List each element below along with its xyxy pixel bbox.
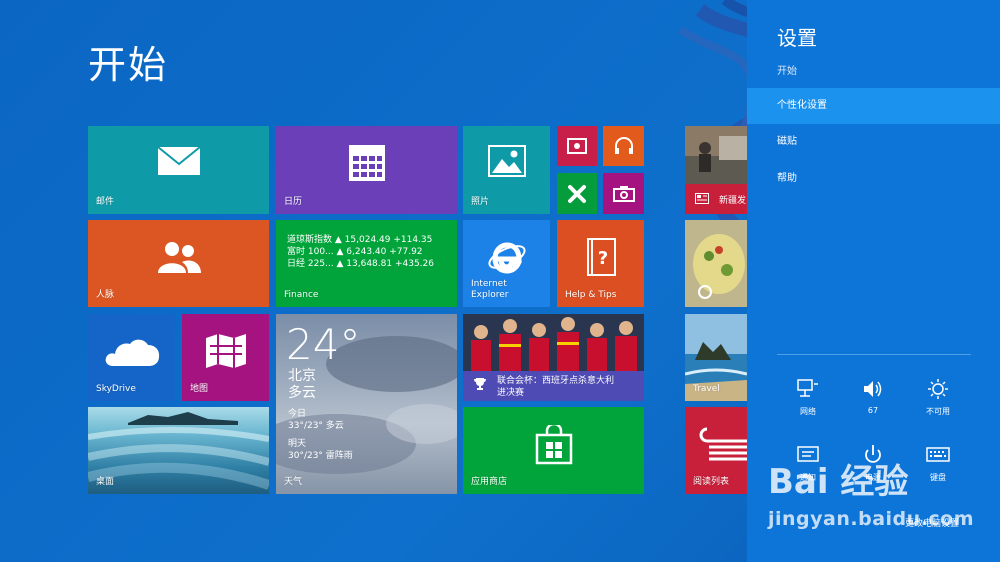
tile-store[interactable]: 应用商店 bbox=[463, 407, 644, 494]
charm-title: 设置 bbox=[777, 26, 817, 50]
network-icon bbox=[797, 379, 818, 397]
settings-charm-panel: 设置 开始 个性化设置 磁贴 帮助 网络 67 不可用 通知 电源 键盘 更改电… bbox=[747, 0, 1000, 562]
photo-icon bbox=[487, 145, 526, 178]
charm-item-personalize[interactable]: 个性化设置 bbox=[747, 88, 1000, 124]
people-icon bbox=[157, 241, 201, 273]
svg-text:?: ? bbox=[597, 248, 607, 269]
keyboard-button[interactable]: 键盘 bbox=[907, 444, 969, 483]
help-book-icon: ? bbox=[586, 237, 616, 276]
tile-reading-list[interactable]: 阅读列表 bbox=[685, 407, 747, 494]
xbox-icon bbox=[568, 184, 586, 203]
charm-item-tiles[interactable]: 磁贴 bbox=[747, 124, 1000, 160]
tile-label: 邮件 bbox=[96, 197, 115, 207]
charm-divider bbox=[777, 354, 971, 355]
weather-temperature: 24° bbox=[286, 320, 361, 369]
tile-label: Help & Tips bbox=[565, 290, 617, 300]
desktop-wallpaper-image bbox=[88, 412, 269, 490]
tile-people[interactable]: 人脉 bbox=[88, 220, 269, 307]
keyboard-label: 键盘 bbox=[930, 473, 946, 482]
weather-location: 北京 多云 bbox=[288, 368, 316, 401]
cloud-icon bbox=[105, 339, 159, 366]
reading-list-icon bbox=[699, 427, 747, 461]
tile-calendar[interactable]: 日历 bbox=[276, 126, 457, 214]
notifications-icon bbox=[797, 446, 819, 462]
weather-forecast: 今日 33°/23° 多云 明天 30°/23° 雷阵雨 bbox=[288, 409, 353, 461]
tile-desktop[interactable]: 桌面 bbox=[88, 407, 269, 494]
tile-maps[interactable]: 地图 bbox=[182, 314, 269, 401]
brightness-label: 不可用 bbox=[926, 407, 950, 416]
tile-mail[interactable]: 邮件 bbox=[88, 126, 269, 214]
mail-icon bbox=[156, 146, 201, 176]
tile-label: 桌面 bbox=[96, 477, 115, 487]
video-icon bbox=[567, 138, 587, 154]
finance-row: 道琼斯指数 ▲ 15,024.49 +114.35 bbox=[287, 235, 433, 245]
speaker-icon bbox=[864, 381, 882, 397]
tile-label: 天气 bbox=[284, 477, 303, 487]
news-photo bbox=[685, 126, 747, 184]
tile-camera[interactable] bbox=[603, 173, 644, 214]
tile-weather[interactable]: 24° 北京 多云 今日 33°/23° 多云 明天 30°/23° 雷阵雨 天… bbox=[276, 314, 457, 494]
trophy-icon bbox=[474, 378, 486, 390]
tile-label: 日历 bbox=[284, 197, 303, 207]
tile-travel[interactable]: Travel bbox=[685, 314, 747, 401]
tile-label: Travel bbox=[693, 384, 720, 394]
charm-subtitle: 开始 bbox=[777, 66, 797, 77]
brightness-icon bbox=[928, 379, 948, 399]
notifications-button[interactable]: 通知 bbox=[777, 444, 839, 483]
calendar-icon bbox=[348, 144, 385, 181]
tile-label: 应用商店 bbox=[471, 477, 508, 487]
start-title: 开始 bbox=[88, 43, 169, 87]
store-bag-icon bbox=[535, 425, 572, 465]
food-photo bbox=[685, 220, 747, 307]
tile-games[interactable] bbox=[557, 173, 597, 214]
power-icon bbox=[865, 445, 881, 463]
brightness-button[interactable]: 不可用 bbox=[907, 378, 969, 417]
tile-label: SkyDrive bbox=[96, 384, 136, 394]
finance-rows: 道琼斯指数 ▲ 15,024.49 +114.35 富时 100... ▲ 6,… bbox=[287, 234, 434, 270]
tile-label: 人脉 bbox=[96, 290, 115, 300]
tile-label: 阅读列表 bbox=[693, 477, 730, 487]
tile-music[interactable] bbox=[603, 126, 644, 166]
internet-explorer-icon bbox=[487, 242, 526, 274]
volume-button[interactable]: 67 bbox=[842, 378, 904, 415]
network-button[interactable]: 网络 bbox=[777, 378, 839, 417]
sports-headline: 联合会杯：西班牙点杀意大利 进决赛 bbox=[463, 371, 644, 401]
tile-news[interactable]: 新疆发 bbox=[685, 126, 747, 214]
tile-internet-explorer[interactable]: Internet Explorer bbox=[463, 220, 550, 307]
network-label: 网络 bbox=[800, 407, 816, 416]
tile-label: 新疆发 bbox=[719, 196, 747, 206]
tile-sports[interactable]: 联合会杯：西班牙点杀意大利 进决赛 bbox=[463, 314, 644, 401]
finance-row: 日经 225... ▲ 13,648.81 +435.26 bbox=[287, 259, 434, 269]
tile-label: Finance bbox=[284, 290, 319, 300]
tile-label: Internet Explorer bbox=[471, 279, 509, 300]
tile-video[interactable] bbox=[557, 126, 597, 166]
power-label: 电源 bbox=[865, 473, 881, 482]
map-icon bbox=[205, 333, 246, 368]
camera-icon bbox=[612, 185, 635, 202]
notifications-label: 通知 bbox=[800, 473, 816, 482]
news-icon bbox=[695, 193, 709, 204]
tile-label: 照片 bbox=[471, 197, 490, 207]
tile-skydrive[interactable]: SkyDrive bbox=[88, 314, 175, 401]
volume-label: 67 bbox=[867, 406, 879, 415]
change-pc-settings-link[interactable]: 更改电脑设置 bbox=[905, 516, 959, 529]
charm-item-help[interactable]: 帮助 bbox=[747, 161, 1000, 197]
tile-help-tips[interactable]: ? Help & Tips bbox=[557, 220, 644, 307]
keyboard-icon bbox=[926, 447, 950, 462]
tile-photos[interactable]: 照片 bbox=[463, 126, 550, 214]
tile-finance[interactable]: 道琼斯指数 ▲ 15,024.49 +114.35 富时 100... ▲ 6,… bbox=[276, 220, 457, 307]
power-button[interactable]: 电源 bbox=[842, 444, 904, 483]
sports-photo bbox=[463, 314, 644, 371]
tile-food[interactable] bbox=[685, 220, 747, 307]
headphones-icon bbox=[614, 137, 633, 154]
finance-row: 富时 100... ▲ 6,243.40 +77.92 bbox=[287, 247, 423, 257]
tile-label: 地图 bbox=[190, 384, 209, 394]
